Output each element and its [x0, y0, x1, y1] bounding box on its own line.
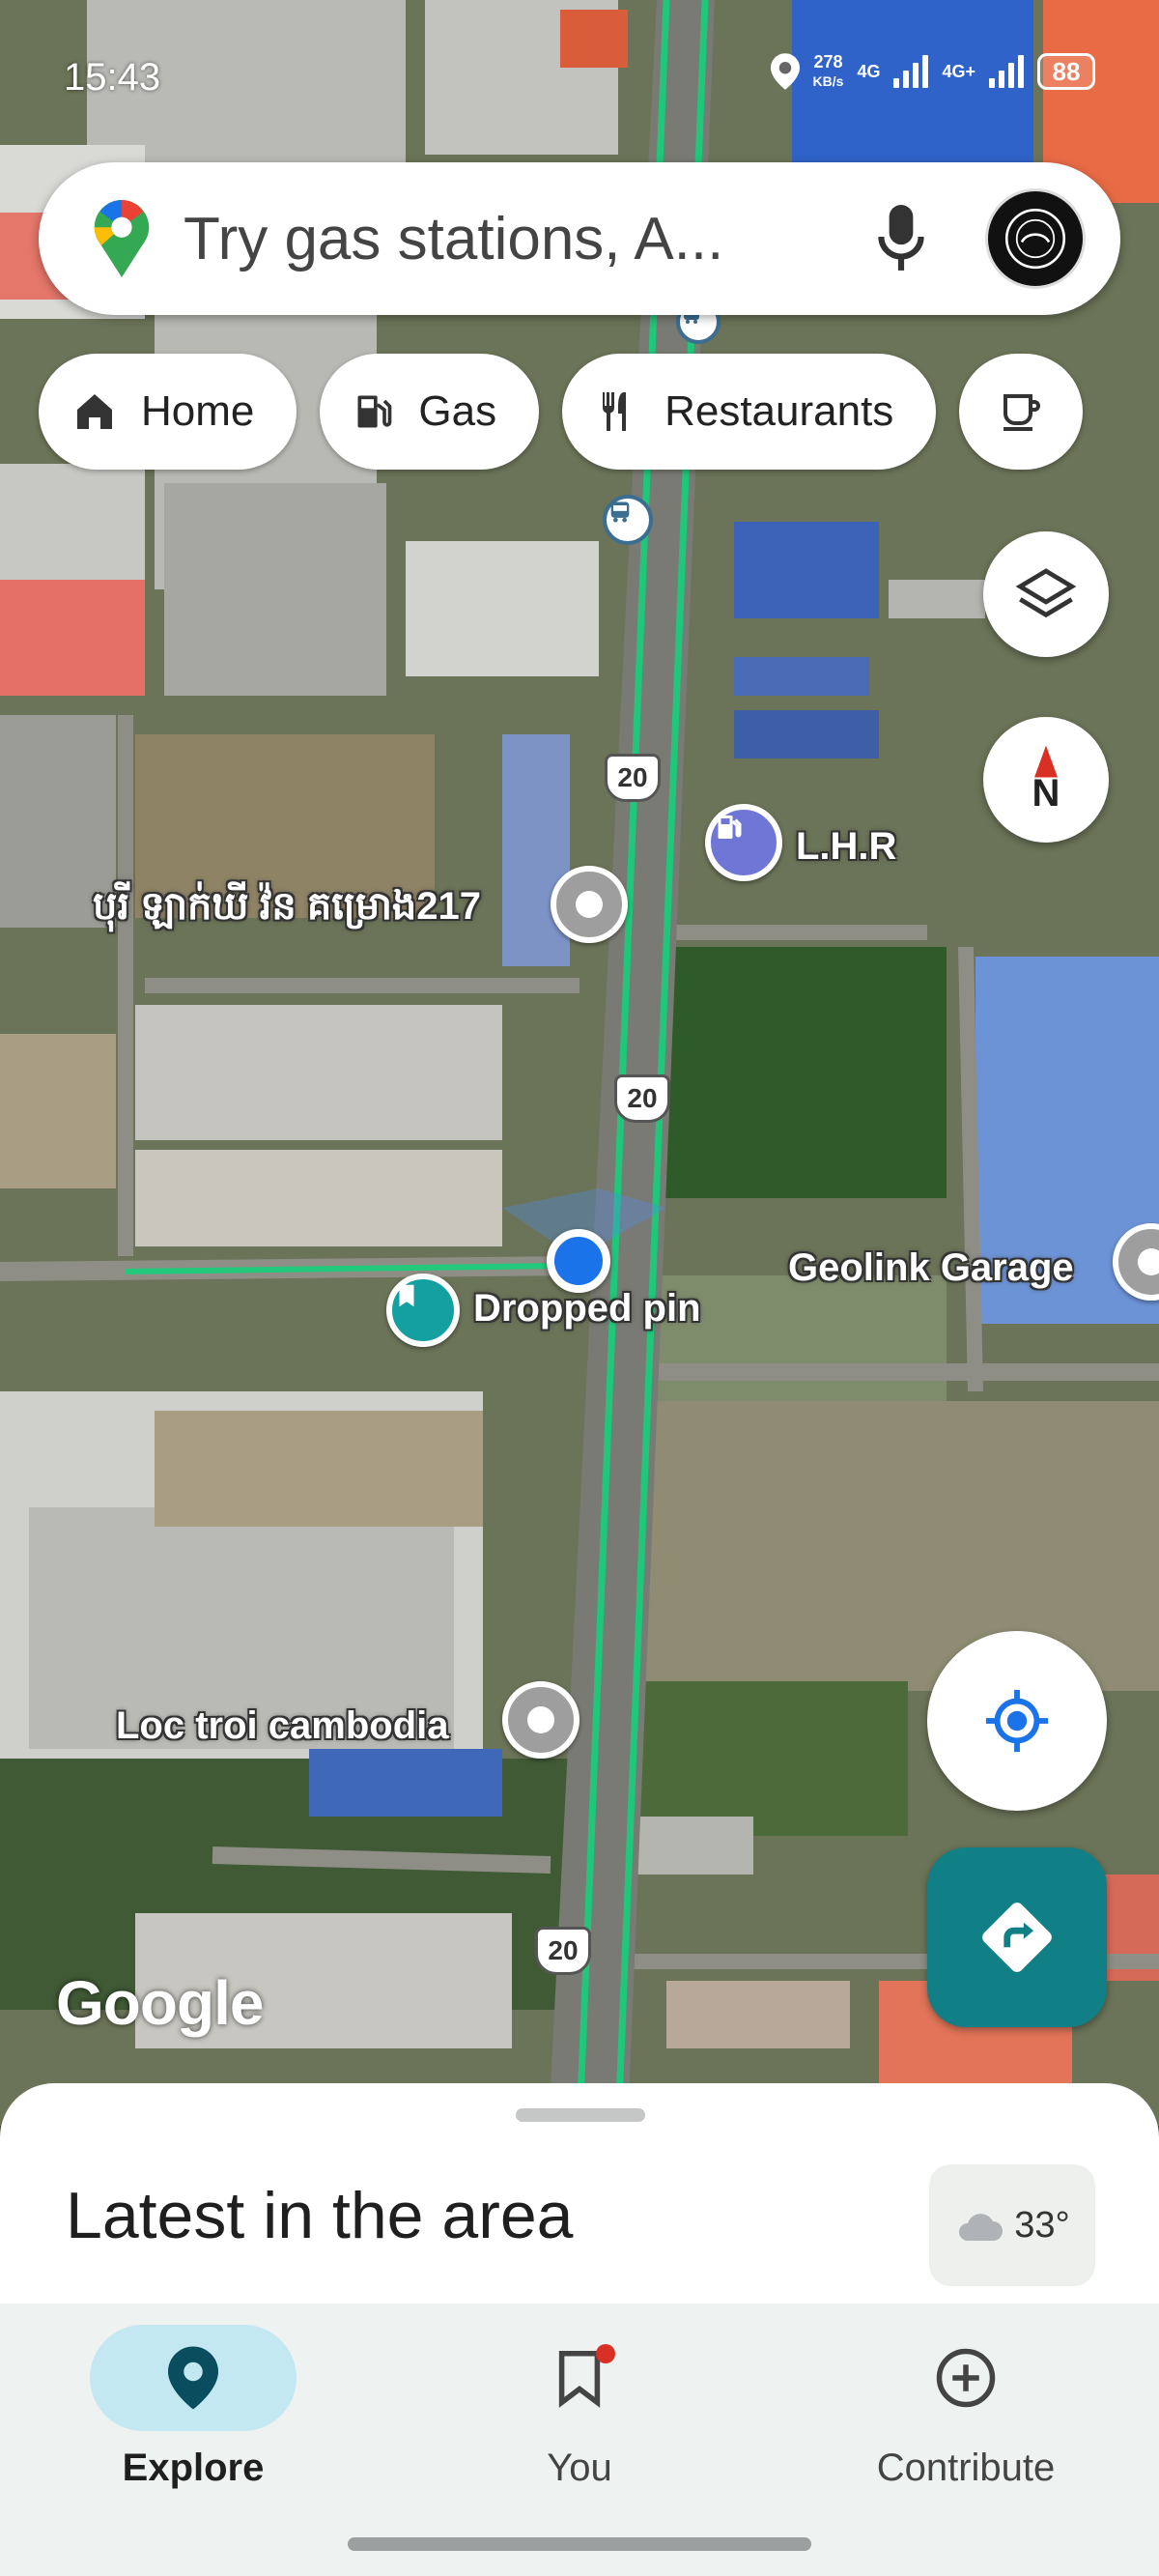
route-20-shield: 20 — [605, 754, 661, 802]
network-type-2: 4G+ — [942, 61, 975, 81]
layers-icon — [1015, 568, 1077, 618]
explore-pin-icon — [168, 2346, 218, 2410]
home-indicator[interactable] — [348, 2537, 811, 2551]
bus-stop-icon[interactable] — [603, 495, 653, 545]
signal-icon — [989, 55, 1024, 88]
place-marker[interactable] — [551, 866, 628, 943]
network-type-1: 4G — [857, 61, 881, 81]
home-icon — [77, 394, 112, 429]
my-location-icon — [985, 1689, 1049, 1753]
map-label-geolink-garage[interactable]: Geolink Garage — [788, 1246, 1074, 1290]
nav-explore[interactable]: Explore — [0, 2325, 386, 2490]
nav-contribute[interactable]: Contribute — [773, 2325, 1159, 2490]
my-location-button[interactable] — [927, 1631, 1107, 1811]
search-input[interactable]: Try gas stations, A... — [184, 205, 877, 273]
battery-icon: 88 — [1037, 53, 1095, 90]
account-avatar[interactable] — [985, 188, 1086, 289]
chip-gas[interactable]: Gas — [320, 354, 540, 470]
map-label-khmer-place[interactable]: បុរី ឡាក់ឃី វ៉ន គម្រោង217 — [93, 881, 481, 938]
route-20-shield: 20 — [535, 1927, 591, 1975]
category-chips: Home Gas Restaurants — [39, 354, 1159, 470]
chip-restaurants[interactable]: Restaurants — [562, 354, 937, 470]
status-bar: 15:43 278 KB/s 4G 4G+ 88 — [0, 39, 1159, 116]
signal-icon — [893, 55, 929, 88]
status-time: 15:43 — [64, 56, 161, 99]
chip-coffee[interactable] — [959, 354, 1084, 470]
bottom-sheet[interactable]: Latest in the area 33° — [0, 2083, 1159, 2305]
google-attribution: Google — [56, 1968, 264, 2038]
dropped-pin-marker[interactable] — [386, 1274, 460, 1347]
notification-dot — [596, 2344, 615, 2363]
sheet-title: Latest in the area — [66, 2179, 574, 2252]
satellite-imagery — [0, 0, 1159, 2126]
sheet-drag-handle[interactable] — [516, 2108, 645, 2122]
layers-button[interactable] — [983, 531, 1109, 657]
directions-button[interactable] — [927, 1847, 1107, 2027]
map-label-loc-troi[interactable]: Loc troi cambodia — [116, 1704, 449, 1748]
current-location-dot — [547, 1229, 610, 1293]
map-label-lhr[interactable]: L.H.R — [796, 825, 896, 869]
maps-pin-logo — [94, 200, 150, 277]
bottom-navigation: Explore You Contribute — [0, 2304, 1159, 2576]
microphone-icon[interactable] — [877, 205, 925, 272]
gas-pump-icon — [357, 395, 392, 428]
cloud-icon — [959, 2214, 1004, 2241]
weather-chip[interactable]: 33° — [929, 2164, 1095, 2286]
bookmark-icon — [558, 2350, 601, 2408]
directions-icon — [982, 1903, 1052, 1972]
fork-knife-icon — [603, 392, 627, 431]
compass-button[interactable]: N — [983, 717, 1109, 843]
route-20-shield: 20 — [614, 1074, 670, 1123]
search-bar[interactable]: Try gas stations, A... — [39, 162, 1120, 315]
map-label-dropped-pin[interactable]: Dropped pin — [473, 1287, 701, 1331]
gas-station-marker[interactable] — [705, 804, 782, 881]
location-icon — [770, 53, 800, 90]
compass-label: N — [1032, 771, 1060, 815]
add-circle-icon — [936, 2348, 996, 2408]
chip-home[interactable]: Home — [39, 354, 297, 470]
coffee-icon — [1004, 394, 1041, 431]
nav-you[interactable]: You — [386, 2325, 773, 2490]
place-marker[interactable] — [502, 1681, 580, 1759]
map-view[interactable]: 20 20 20 L.H.R បុរី ឡាក់ឃី វ៉ន គម្រោង217… — [0, 0, 1159, 2126]
data-rate: 278 KB/s — [812, 52, 844, 89]
